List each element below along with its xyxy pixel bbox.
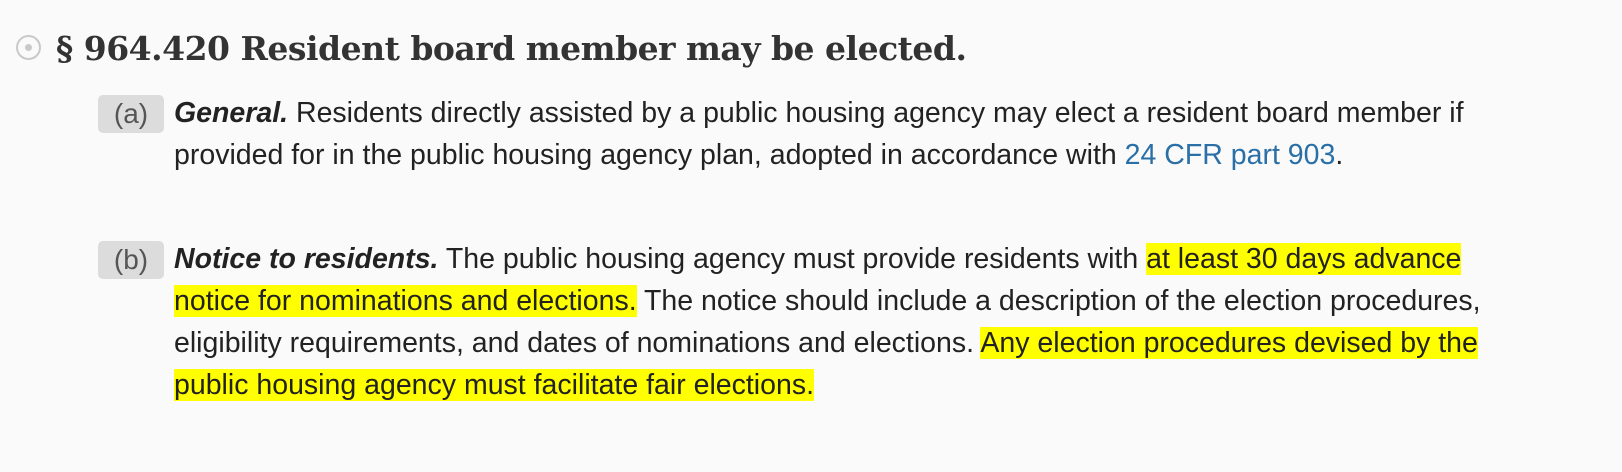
cfr-part-903-link[interactable]: 24 CFR part 903: [1125, 139, 1336, 171]
radio-target-icon[interactable]: [16, 35, 41, 60]
section-title: § 964.420 Resident board member may be e…: [56, 29, 967, 68]
paragraph-heading-b: Notice to residents.: [174, 243, 439, 275]
paragraph-text-b: Notice to residents. The public housing …: [174, 238, 1514, 406]
paragraph-marker-b[interactable]: (b): [98, 241, 164, 279]
paragraph-marker-a[interactable]: (a): [98, 95, 164, 133]
paragraph-heading-a: General.: [174, 97, 289, 129]
paragraph-body-b-1: The public housing agency must provide r…: [438, 243, 1147, 275]
paragraph-text-a: General. Residents directly assisted by …: [174, 92, 1514, 176]
paragraph-body-a-2: .: [1335, 139, 1344, 171]
